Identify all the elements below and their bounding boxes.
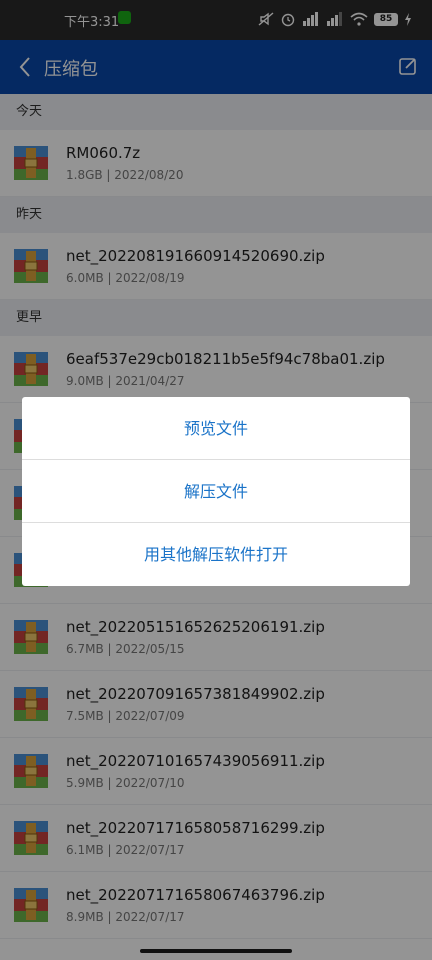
extract-file-button[interactable]: 解压文件 [22, 460, 410, 523]
open-with-other-app-button[interactable]: 用其他解压软件打开 [22, 523, 410, 586]
preview-file-button[interactable]: 预览文件 [22, 397, 410, 460]
action-dialog: 预览文件 解压文件 用其他解压软件打开 [22, 397, 410, 586]
home-indicator[interactable] [140, 949, 292, 953]
